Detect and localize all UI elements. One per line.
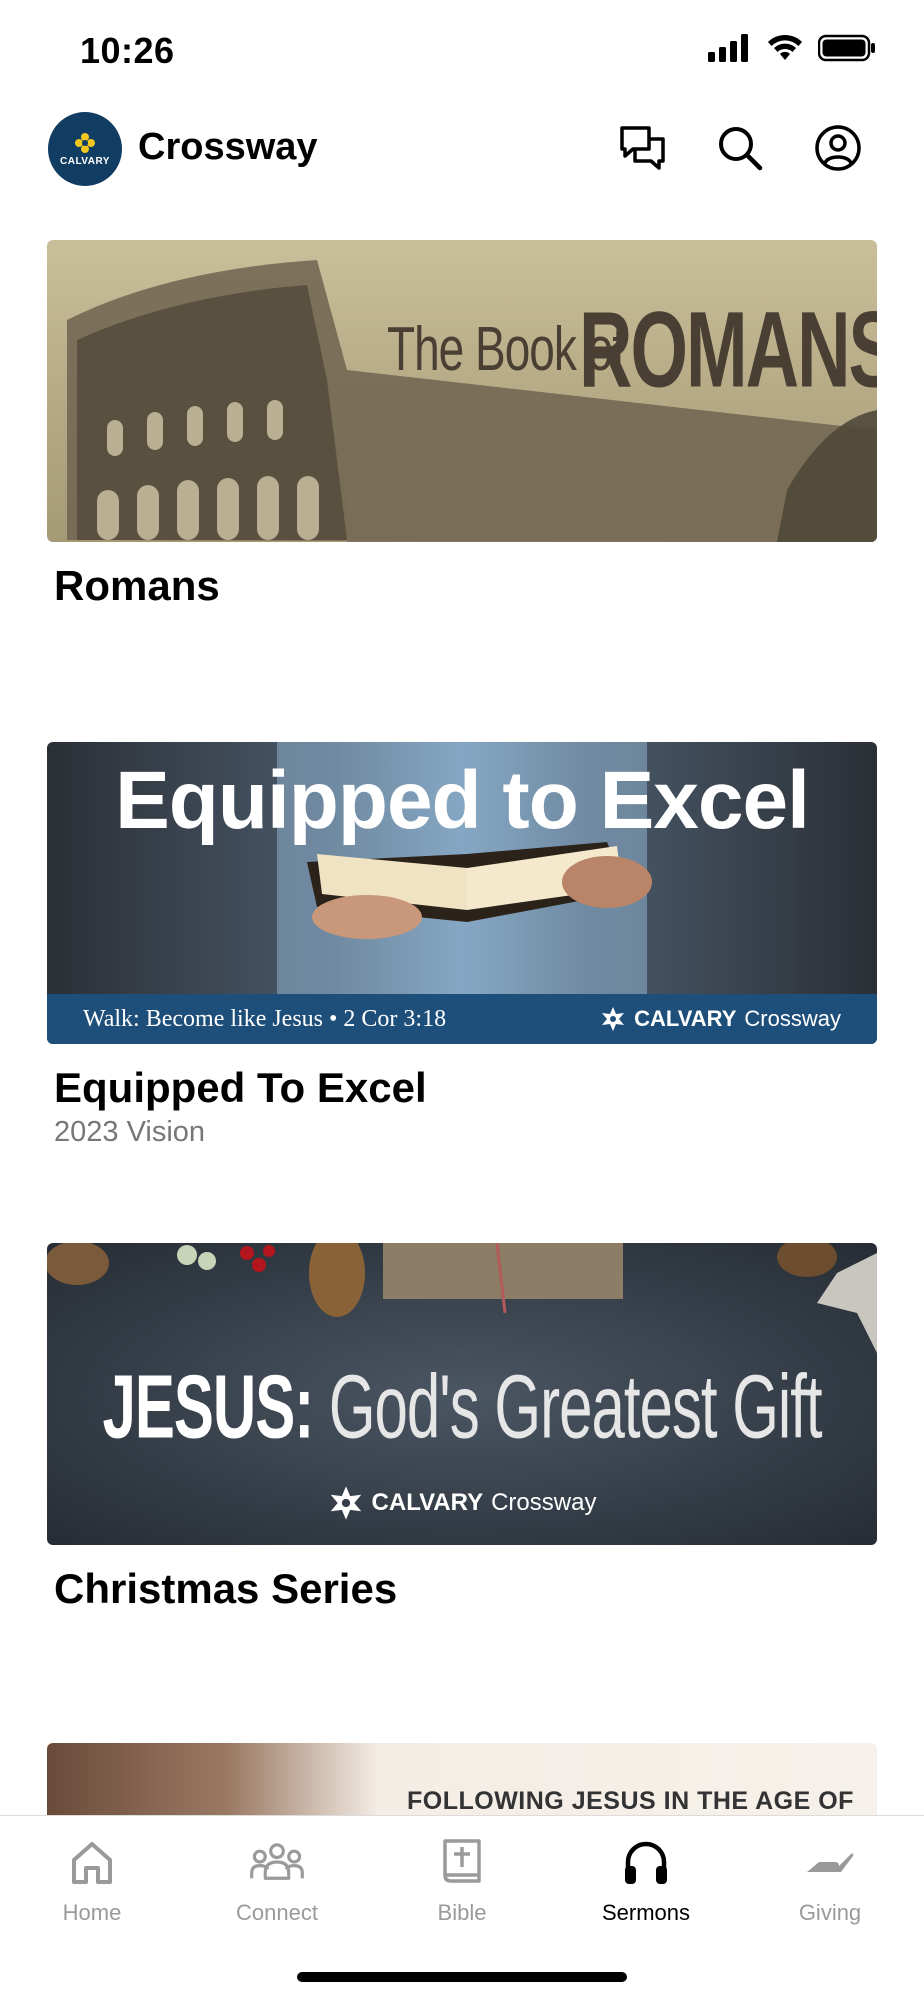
tab-label: Connect [236,1900,318,1925]
series-banner-equipped[interactable]: Equipped to Excel Walk: Become like Jesu… [47,742,877,1044]
profile-button[interactable] [812,122,864,174]
series-banner-partial[interactable]: FOLLOWING JESUS IN THE AGE OF [47,1743,877,1823]
brand-bold: CALVARY [634,1006,737,1031]
status-icons [708,34,876,62]
tab-home[interactable]: Home [12,1834,172,1926]
tab-label: Sermons [601,1900,691,1925]
chat-button[interactable] [617,122,669,174]
series-title: Christmas Series [54,1565,398,1612]
flower-icon [75,132,95,153]
banner-christmas-title-bold: JESUS: [102,1356,314,1458]
calvary-logo-icon [330,1486,361,1520]
people-icon [249,1834,305,1890]
tab-connect[interactable]: Connect [197,1834,357,1926]
banner-brand: CALVARY Crossway [47,1485,877,1521]
tab-sermons[interactable]: Sermons [566,1834,726,1926]
series-subtitle: 2023 Vision [54,1116,206,1148]
search-icon [719,127,763,171]
church-logo[interactable]: CALVARY [48,112,122,186]
home-indicator [297,1972,627,1982]
banner-christmas-title: JESUS: God's Greatest Gift [47,1355,877,1459]
tab-giving[interactable]: Giving [750,1834,910,1926]
wifi-icon [768,34,802,60]
tab-bible[interactable]: Bible [382,1834,542,1926]
series-title: Equipped To Excel [54,1064,427,1111]
status-bar: 10:26 [0,0,924,100]
tab-label: Giving [798,1900,862,1925]
battery-icon [818,34,875,62]
tab-label: Home [62,1900,122,1925]
logo-text: CALVARY [60,155,110,167]
home-icon [64,1834,120,1890]
app-header: CALVARY Crossway [0,108,924,188]
banner-partial-text: FOLLOWING JESUS IN THE AGE OF [407,1787,854,1815]
brand-light: Crossway [491,1489,597,1516]
tab-label: Bible [437,1900,487,1925]
calvary-logo-icon [602,1007,625,1031]
brand-bold: CALVARY [371,1489,484,1516]
banner-romans-line2: ROMANS [579,289,877,410]
status-time: 10:26 [80,30,175,71]
banner-equipped-footer: Walk: Become like Jesus • 2 Cor 3:18 CAL… [47,994,877,1044]
giving-hand-icon [802,1834,858,1890]
signal-icon [708,34,748,62]
brand-light: Crossway [744,1006,841,1031]
banner-walk-text: Walk: Become like Jesus • 2 Cor 3:18 [83,1005,447,1032]
series-title: Romans [54,562,220,609]
bible-icon [434,1834,490,1890]
banner-brand: CALVARY Crossway [600,1006,841,1032]
banner-equipped-title: Equipped to Excel [115,755,810,846]
profile-icon [815,125,861,171]
banner-christmas-title-light: God's Greatest Gift [328,1356,823,1458]
series-banner-romans[interactable]: The Book of ROMANS [47,240,877,542]
search-button[interactable] [714,122,766,174]
headphones-icon [618,1834,674,1890]
app-title: Crossway [138,126,318,168]
chat-icon [620,126,665,170]
series-banner-christmas[interactable]: JESUS: God's Greatest Gift CALVARY Cross… [47,1243,877,1545]
